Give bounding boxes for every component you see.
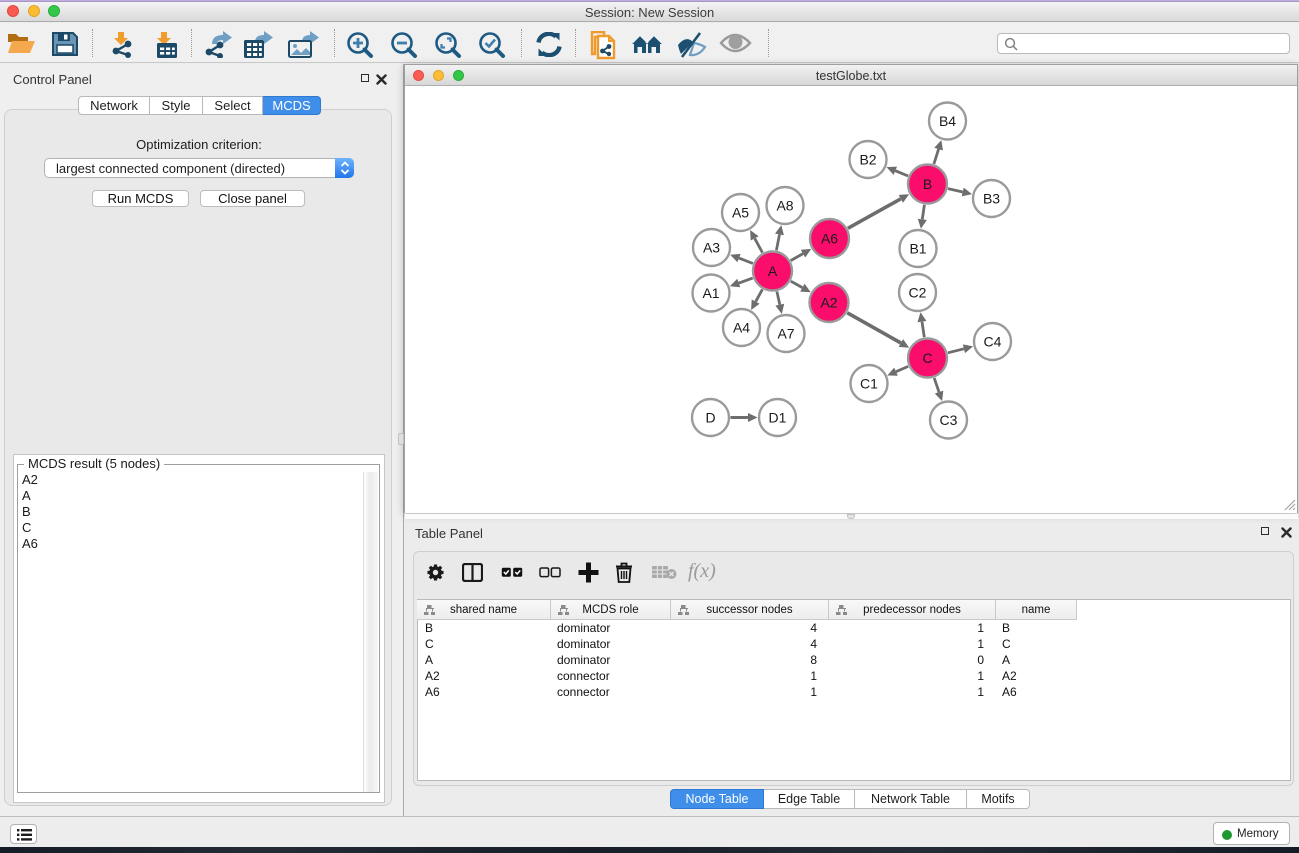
svg-text:A: A — [768, 262, 778, 278]
svg-text:C: C — [922, 349, 932, 365]
svg-text:A7: A7 — [777, 325, 794, 341]
svg-text:A3: A3 — [703, 239, 720, 255]
svg-text:C1: C1 — [860, 375, 878, 391]
svg-text:A2: A2 — [820, 294, 837, 310]
svg-text:B3: B3 — [983, 190, 1000, 206]
svg-text:A4: A4 — [733, 319, 750, 335]
svg-text:C3: C3 — [940, 411, 958, 427]
svg-text:B4: B4 — [939, 112, 956, 128]
svg-text:A6: A6 — [821, 230, 838, 246]
svg-text:C2: C2 — [909, 284, 927, 300]
svg-text:B: B — [923, 175, 932, 191]
svg-text:D: D — [705, 409, 715, 425]
svg-text:D1: D1 — [769, 409, 787, 425]
svg-text:A5: A5 — [732, 204, 749, 220]
svg-text:A8: A8 — [776, 197, 793, 213]
svg-text:B1: B1 — [909, 240, 926, 256]
svg-text:B2: B2 — [859, 151, 876, 167]
svg-text:A1: A1 — [702, 284, 719, 300]
svg-text:C4: C4 — [984, 333, 1002, 349]
